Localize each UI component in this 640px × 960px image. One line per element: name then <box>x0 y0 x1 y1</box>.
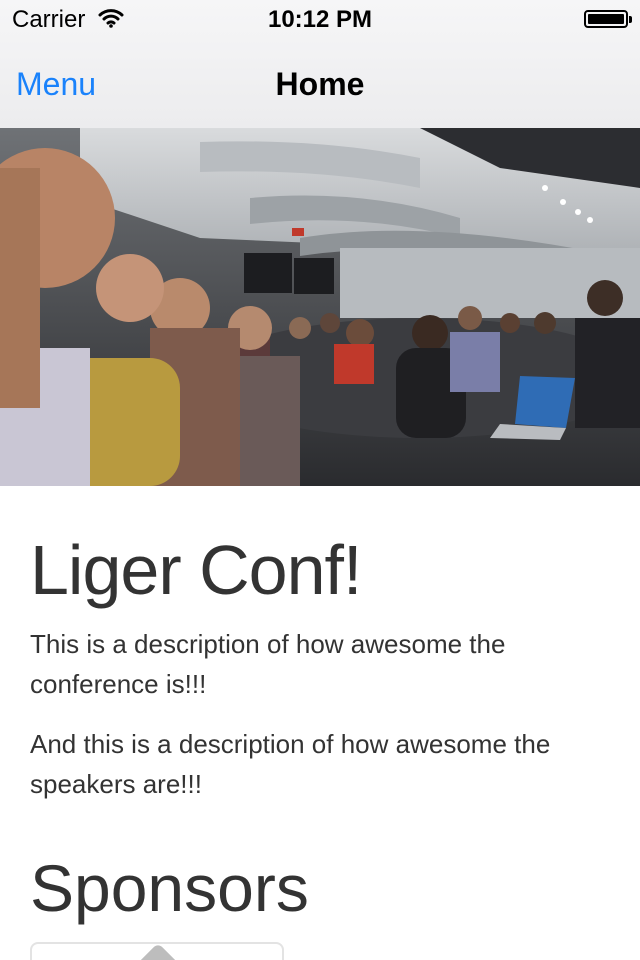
sponsors-heading: Sponsors <box>30 851 309 925</box>
top-bar: Carrier 10:12 PM Menu Home <box>0 0 640 129</box>
status-bar: Carrier 10:12 PM <box>0 0 640 40</box>
page-title: Home <box>275 66 365 102</box>
speakers-description: And this is a description of how awesome… <box>30 729 551 799</box>
status-time: 10:12 PM <box>267 6 373 33</box>
conference-audience-photo <box>0 128 640 486</box>
navigation-bar: Menu Home <box>0 40 640 128</box>
app-screen: Carrier 10:12 PM Menu Home Liger Conf! T… <box>0 0 640 960</box>
conference-title: Liger Conf! <box>30 531 362 609</box>
sponsor-card[interactable] <box>30 942 284 960</box>
conference-description: This is a description of how awesome the… <box>30 629 506 699</box>
sponsor-logo-icon <box>126 944 190 960</box>
hero-image <box>0 128 640 486</box>
battery-icon <box>584 10 632 28</box>
